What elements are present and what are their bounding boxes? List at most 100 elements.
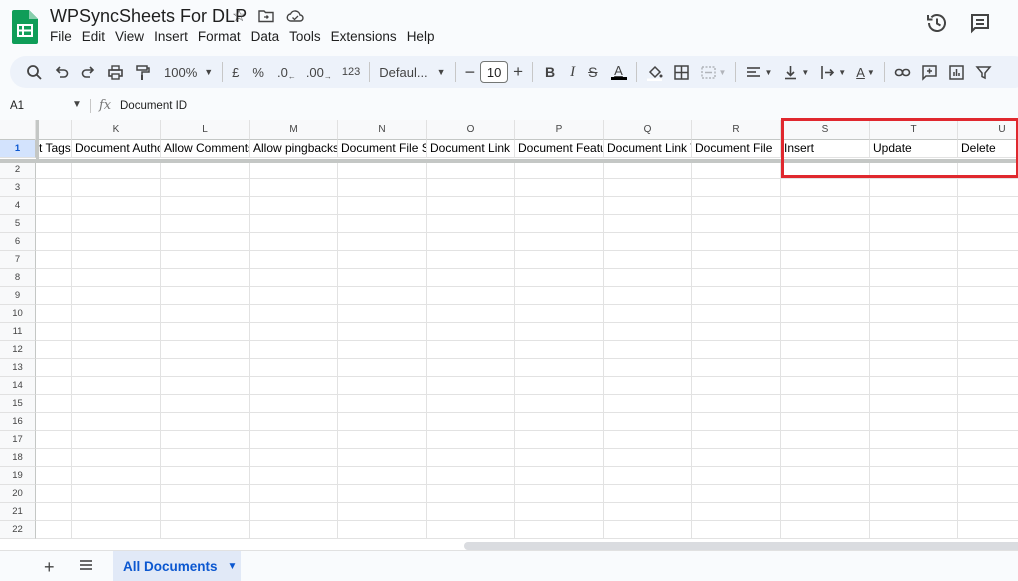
- cell[interactable]: [161, 323, 250, 341]
- cell[interactable]: [870, 179, 958, 197]
- column-header-p[interactable]: P: [515, 120, 604, 140]
- cell[interactable]: [161, 305, 250, 323]
- menu-edit[interactable]: Edit: [77, 29, 110, 44]
- cell[interactable]: [250, 431, 338, 449]
- cell[interactable]: [692, 377, 781, 395]
- cell[interactable]: [870, 359, 958, 377]
- cell[interactable]: [515, 359, 604, 377]
- cell[interactable]: [161, 377, 250, 395]
- row-header[interactable]: 22: [0, 521, 36, 539]
- cell[interactable]: [250, 503, 338, 521]
- vertical-align-icon[interactable]: ▼: [778, 60, 813, 84]
- cell[interactable]: [958, 359, 1018, 377]
- bold-icon[interactable]: B: [541, 60, 559, 84]
- frozen-column-divider[interactable]: [36, 120, 39, 160]
- cell[interactable]: [72, 395, 161, 413]
- row-header[interactable]: 5: [0, 215, 36, 233]
- cell[interactable]: [604, 323, 692, 341]
- insert-comment-icon[interactable]: [917, 60, 942, 84]
- borders-icon[interactable]: [669, 60, 694, 84]
- filter-icon[interactable]: [971, 60, 996, 84]
- row-header[interactable]: 16: [0, 413, 36, 431]
- cell[interactable]: [781, 359, 870, 377]
- cell[interactable]: [604, 251, 692, 269]
- cell[interactable]: [427, 449, 515, 467]
- cell[interactable]: [250, 359, 338, 377]
- cell[interactable]: [870, 431, 958, 449]
- cell[interactable]: [338, 377, 427, 395]
- cell[interactable]: [781, 323, 870, 341]
- cell[interactable]: [958, 521, 1018, 539]
- header-cell[interactable]: Document Autho: [72, 140, 161, 158]
- cell[interactable]: [72, 521, 161, 539]
- cell[interactable]: [250, 395, 338, 413]
- cell[interactable]: [692, 395, 781, 413]
- column-header-r[interactable]: R: [692, 120, 781, 140]
- cell[interactable]: [870, 323, 958, 341]
- cell[interactable]: [515, 197, 604, 215]
- cell[interactable]: [161, 215, 250, 233]
- cell[interactable]: [161, 179, 250, 197]
- font-size-input[interactable]: 10: [480, 61, 509, 83]
- cell[interactable]: [604, 305, 692, 323]
- row-header[interactable]: 1: [0, 140, 36, 158]
- cell[interactable]: [36, 215, 72, 233]
- cell[interactable]: [692, 161, 781, 179]
- cell[interactable]: [36, 233, 72, 251]
- cell[interactable]: [958, 467, 1018, 485]
- row-header[interactable]: 11: [0, 323, 36, 341]
- cell[interactable]: [36, 323, 72, 341]
- cell[interactable]: [36, 413, 72, 431]
- menu-file[interactable]: File: [50, 29, 77, 44]
- strikethrough-icon[interactable]: S: [584, 60, 601, 84]
- cell[interactable]: [338, 323, 427, 341]
- select-all-corner[interactable]: [0, 120, 36, 140]
- cell[interactable]: [515, 287, 604, 305]
- cell[interactable]: [692, 503, 781, 521]
- cell[interactable]: [72, 449, 161, 467]
- cell[interactable]: [604, 287, 692, 305]
- cell[interactable]: [427, 161, 515, 179]
- cell[interactable]: [692, 449, 781, 467]
- cell[interactable]: [604, 467, 692, 485]
- cell[interactable]: [870, 269, 958, 287]
- increase-decimal-button[interactable]: .00 →: [302, 60, 336, 84]
- cell[interactable]: [515, 485, 604, 503]
- comments-icon[interactable]: [968, 12, 992, 36]
- cell[interactable]: [72, 377, 161, 395]
- cell[interactable]: [72, 305, 161, 323]
- cell[interactable]: [427, 233, 515, 251]
- row-header[interactable]: 2: [0, 161, 36, 179]
- cell[interactable]: [338, 395, 427, 413]
- cell[interactable]: [604, 179, 692, 197]
- cell[interactable]: [958, 197, 1018, 215]
- cell[interactable]: [250, 287, 338, 305]
- cell[interactable]: [604, 449, 692, 467]
- cell[interactable]: [515, 161, 604, 179]
- cell[interactable]: [36, 485, 72, 503]
- cell[interactable]: [250, 485, 338, 503]
- menu-data[interactable]: Data: [246, 29, 285, 44]
- cell[interactable]: [781, 467, 870, 485]
- insert-chart-icon[interactable]: [944, 60, 969, 84]
- cell[interactable]: [427, 395, 515, 413]
- cell[interactable]: [250, 377, 338, 395]
- cell[interactable]: [958, 377, 1018, 395]
- cell[interactable]: [161, 359, 250, 377]
- percent-format-button[interactable]: %: [248, 60, 268, 84]
- header-cell[interactable]: Document File: [692, 140, 781, 158]
- row-header[interactable]: 20: [0, 485, 36, 503]
- cell[interactable]: [36, 503, 72, 521]
- row-header[interactable]: 21: [0, 503, 36, 521]
- cell[interactable]: [515, 179, 604, 197]
- menu-extensions[interactable]: Extensions: [326, 29, 402, 44]
- cell[interactable]: [781, 413, 870, 431]
- cell[interactable]: [161, 413, 250, 431]
- undo-icon[interactable]: [49, 60, 74, 84]
- cell[interactable]: [161, 449, 250, 467]
- cell[interactable]: [250, 161, 338, 179]
- cell[interactable]: [781, 395, 870, 413]
- cell[interactable]: [72, 503, 161, 521]
- text-wrapping-icon[interactable]: ▼: [815, 60, 850, 84]
- cell[interactable]: [781, 521, 870, 539]
